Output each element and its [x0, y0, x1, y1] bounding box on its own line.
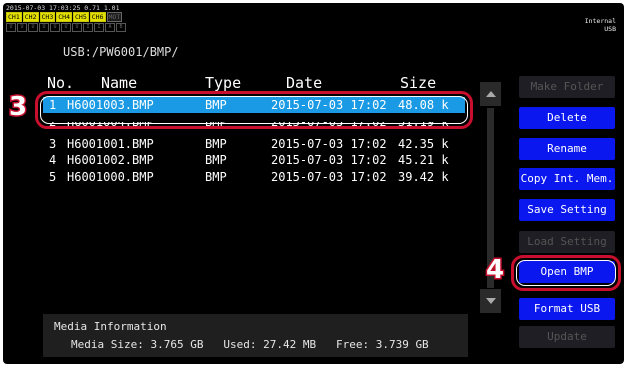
callout-number-3: 3	[7, 91, 28, 124]
channel-badge-ch3: CH3	[39, 12, 56, 22]
version-text: 0.71 1.01	[84, 4, 120, 12]
file-name-cell: H6001000.BMP	[67, 170, 154, 184]
file-row[interactable]: 5 H6001000.BMP BMP 2015-07-03 17:02 39.42 k	[43, 169, 465, 185]
channel-badge-ch2: CH2	[22, 12, 39, 22]
arrow-up-icon	[486, 91, 496, 97]
free-value: 3.739 GB	[375, 338, 429, 351]
file-no-cell: 5	[49, 170, 57, 184]
header-name: Name	[101, 74, 138, 92]
media-info-title: Media Information	[54, 320, 167, 333]
arrow-down-icon	[486, 298, 496, 304]
mini-indicator: A	[105, 23, 115, 32]
file-row[interactable]: 4 H6001002.BMP BMP 2015-07-03 17:02 45.21 k	[43, 152, 465, 168]
file-size-cell: 45.21 k	[398, 153, 449, 167]
current-path: USB:/PW6001/BMP/	[63, 45, 179, 59]
mini-indicator: U	[50, 23, 60, 32]
mini-indicator: I	[94, 23, 104, 32]
row-callout-frame	[35, 91, 473, 129]
header-date: Date	[286, 74, 323, 92]
format-usb-button[interactable]: Format USB	[519, 298, 615, 320]
file-type-cell: BMP	[205, 170, 227, 184]
channel-badge-ch4: CH4	[56, 12, 72, 22]
file-name-cell: H6001001.BMP	[67, 137, 154, 151]
row-callout-inner	[40, 96, 468, 124]
used-label: Used:	[223, 338, 257, 351]
channel-badge-ch5: CH5	[73, 12, 89, 22]
mini-indicators: UUUUUUUIIAB	[6, 23, 126, 32]
scroll-down-button[interactable]	[480, 289, 501, 313]
storage-indicator: Internal USB	[585, 17, 616, 33]
datetime-text: 2015-07-03 17:03:25	[6, 4, 81, 12]
media-size-value: 3.765 GB	[150, 338, 204, 351]
file-no-cell: 4	[49, 153, 57, 167]
make-folder-button[interactable]: Make Folder	[519, 76, 615, 98]
mini-indicator: B	[116, 23, 126, 32]
status-datetime: 2015-07-03 17:03:25 0.71 1.01	[6, 5, 120, 12]
copy-int-mem-button[interactable]: Copy Int. Mem.	[519, 168, 615, 190]
file-no-cell: 3	[49, 137, 57, 151]
media-info-values: Media Size: 3.765 GB Used: 27.42 MB Free…	[71, 338, 429, 351]
channel-badge-ch1: CH1	[6, 12, 22, 22]
used-value: 27.42 MB	[263, 338, 317, 351]
media-size-label: Media Size:	[71, 338, 144, 351]
scroll-up-button[interactable]	[480, 82, 501, 106]
button-callout-frame	[511, 255, 621, 291]
file-size-cell: 39.42 k	[398, 170, 449, 184]
mini-indicator: U	[17, 23, 27, 32]
storage-usb-label: USB	[604, 25, 616, 33]
file-row[interactable]: 3 H6001001.BMP BMP 2015-07-03 17:02 42.35 k	[43, 136, 465, 152]
mini-indicator: U	[61, 23, 71, 32]
button-callout-inner	[516, 260, 616, 286]
header-no: No.	[47, 74, 75, 92]
file-date-cell: 2015-07-03 17:02	[271, 153, 387, 167]
load-setting-button[interactable]: Load Setting	[519, 231, 615, 253]
rename-button[interactable]: Rename	[519, 138, 615, 160]
file-name-cell: H6001002.BMP	[67, 153, 154, 167]
file-date-cell: 2015-07-03 17:02	[271, 137, 387, 151]
file-size-cell: 42.35 k	[398, 137, 449, 151]
update-button[interactable]: Update	[519, 326, 615, 348]
file-type-cell: BMP	[205, 153, 227, 167]
header-size: Size	[400, 74, 437, 92]
instrument-screen: 2015-07-03 17:03:25 0.71 1.01 CH1 CH2 CH3 C…	[3, 3, 624, 364]
free-label: Free:	[335, 338, 370, 351]
storage-internal-label: Internal	[584, 17, 616, 25]
channel-badge-mot: MOT	[106, 12, 123, 22]
mini-indicator: U	[72, 23, 82, 32]
channel-badge-ch6: CH6	[89, 12, 106, 22]
delete-button[interactable]: Delete	[519, 107, 615, 129]
file-date-cell: 2015-07-03 17:02	[271, 170, 387, 184]
mini-indicator: I	[83, 23, 93, 32]
channel-indicators: CH1 CH2 CH3 CH4 CH5 CH6 MOT	[6, 12, 123, 22]
callout-number-4: 4	[484, 254, 505, 287]
media-information-panel: Media Information Media Size: 3.765 GB U…	[43, 314, 468, 357]
save-setting-button[interactable]: Save Setting	[519, 199, 615, 221]
mini-indicator: U	[28, 23, 38, 32]
file-type-cell: BMP	[205, 137, 227, 151]
mini-indicator: U	[6, 23, 16, 32]
header-type: Type	[205, 74, 242, 92]
mini-indicator: U	[39, 23, 49, 32]
